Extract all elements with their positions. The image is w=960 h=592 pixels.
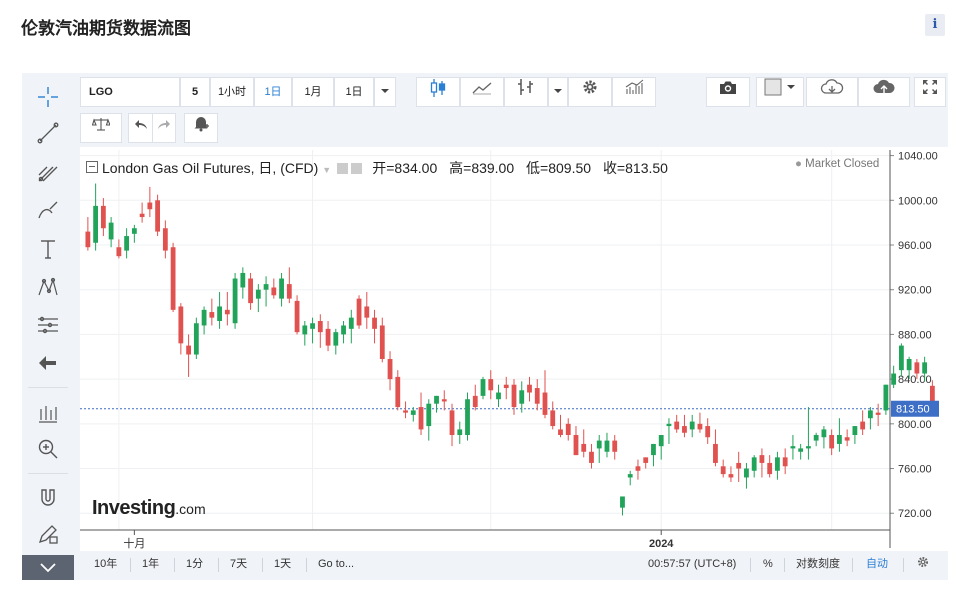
market-status-text: Market Closed	[805, 158, 880, 170]
goto-button[interactable]: Go to...	[318, 552, 354, 577]
chart-legend: London Gas Oil Futures, 日, (CFD) ▼ 开=834.0…	[86, 158, 668, 178]
legend-dropdown-icon[interactable]: ▼	[322, 165, 331, 175]
chart-toolbar: LGO 5 1小时 1日 1月 1日	[80, 77, 948, 107]
legend-settings-icon[interactable]	[337, 163, 349, 174]
interval-number[interactable]: 5	[180, 77, 210, 107]
fib-icon[interactable]	[34, 311, 62, 339]
legend-open-label: 开=	[372, 160, 395, 176]
cloud-download-icon[interactable]	[806, 77, 858, 107]
legend-instrument-name: London Gas Oil Futures, 日, (CFD)	[102, 160, 319, 176]
magnet-icon[interactable]	[34, 484, 62, 512]
pitchfork-icon[interactable]	[34, 159, 62, 187]
pattern-icon[interactable]	[34, 273, 62, 301]
legend-high-label: 高=	[449, 160, 472, 176]
dropdown-icon[interactable]	[548, 77, 568, 107]
undo-icon[interactable]	[128, 113, 152, 143]
chart-settings-icon[interactable]	[916, 552, 930, 577]
status-dot-icon: ●	[795, 158, 802, 170]
scale-icon[interactable]	[80, 113, 122, 143]
measure-icon[interactable]	[34, 399, 62, 427]
range-1y[interactable]: 1年	[142, 552, 159, 577]
interval-1d[interactable]: 1日	[254, 77, 292, 107]
percent-toggle[interactable]: %	[763, 552, 773, 577]
legend-close-label: 收=	[602, 160, 626, 176]
line-chart-icon[interactable]	[460, 77, 504, 107]
color-swatch-icon[interactable]	[756, 77, 804, 107]
interval-1h[interactable]: 1小时	[210, 77, 254, 107]
collapse-icon[interactable]	[22, 555, 74, 580]
legend-high-value: 839.00	[471, 160, 515, 176]
range-7d[interactable]: 7天	[230, 552, 247, 577]
legend-close-value: 813.50	[625, 160, 668, 176]
brush-icon[interactable]	[34, 197, 62, 225]
cloud-upload-icon[interactable]	[858, 77, 910, 107]
range-1m[interactable]: 1分	[186, 552, 203, 577]
legend-close-icon[interactable]	[351, 163, 363, 174]
alert-icon[interactable]	[184, 113, 218, 143]
legend-low-label: 低=	[526, 160, 549, 176]
text-icon[interactable]	[34, 235, 62, 263]
candlestick-icon[interactable]	[416, 77, 460, 107]
interval-dropdown[interactable]	[374, 77, 396, 107]
interval-1d-select[interactable]: 1日	[334, 77, 374, 107]
range-1d[interactable]: 1天	[274, 552, 291, 577]
symbol-input[interactable]: LGO	[80, 77, 180, 107]
chart-area[interactable]	[80, 147, 948, 551]
fullscreen-icon[interactable]	[914, 77, 946, 107]
investing-logo: Investing.com	[92, 497, 206, 520]
log-scale-toggle[interactable]: 对数刻度	[796, 552, 840, 577]
market-status: ● Market Closed	[795, 158, 879, 170]
page-title: 伦敦汽油期货数据流图	[21, 19, 191, 39]
indicators-icon[interactable]	[612, 77, 656, 107]
drawing-toolbar	[22, 73, 74, 580]
auto-scale-toggle[interactable]: 自动	[866, 552, 888, 577]
trendline-icon[interactable]	[34, 119, 62, 147]
legend-toggle-icon[interactable]	[86, 161, 98, 173]
legend-open-value: 834.00	[394, 160, 438, 176]
bar-compare-icon[interactable]	[504, 77, 548, 107]
zoom-icon[interactable]	[34, 435, 62, 463]
legend-low-value: 809.50	[548, 160, 592, 176]
redo-icon[interactable]	[152, 113, 176, 143]
gear-icon[interactable]	[568, 77, 612, 107]
camera-icon[interactable]	[706, 77, 750, 107]
info-button[interactable]: i	[925, 14, 945, 36]
bottom-bar: 10年 1年 1分 7天 1天 Go to... 00:57:57 (UTC+8…	[80, 552, 948, 577]
toolbar-divider	[28, 473, 68, 474]
crosshair-icon[interactable]	[34, 83, 62, 111]
logo-text: Investing	[92, 497, 176, 519]
lock-pencil-icon[interactable]	[34, 520, 62, 548]
back-arrow-icon[interactable]	[34, 349, 62, 377]
interval-1m[interactable]: 1月	[292, 77, 334, 107]
range-10y[interactable]: 10年	[94, 552, 117, 577]
logo-suffix: .com	[175, 501, 206, 517]
clock-readout: 00:57:57 (UTC+8)	[648, 558, 737, 570]
toolbar-divider	[28, 387, 68, 388]
